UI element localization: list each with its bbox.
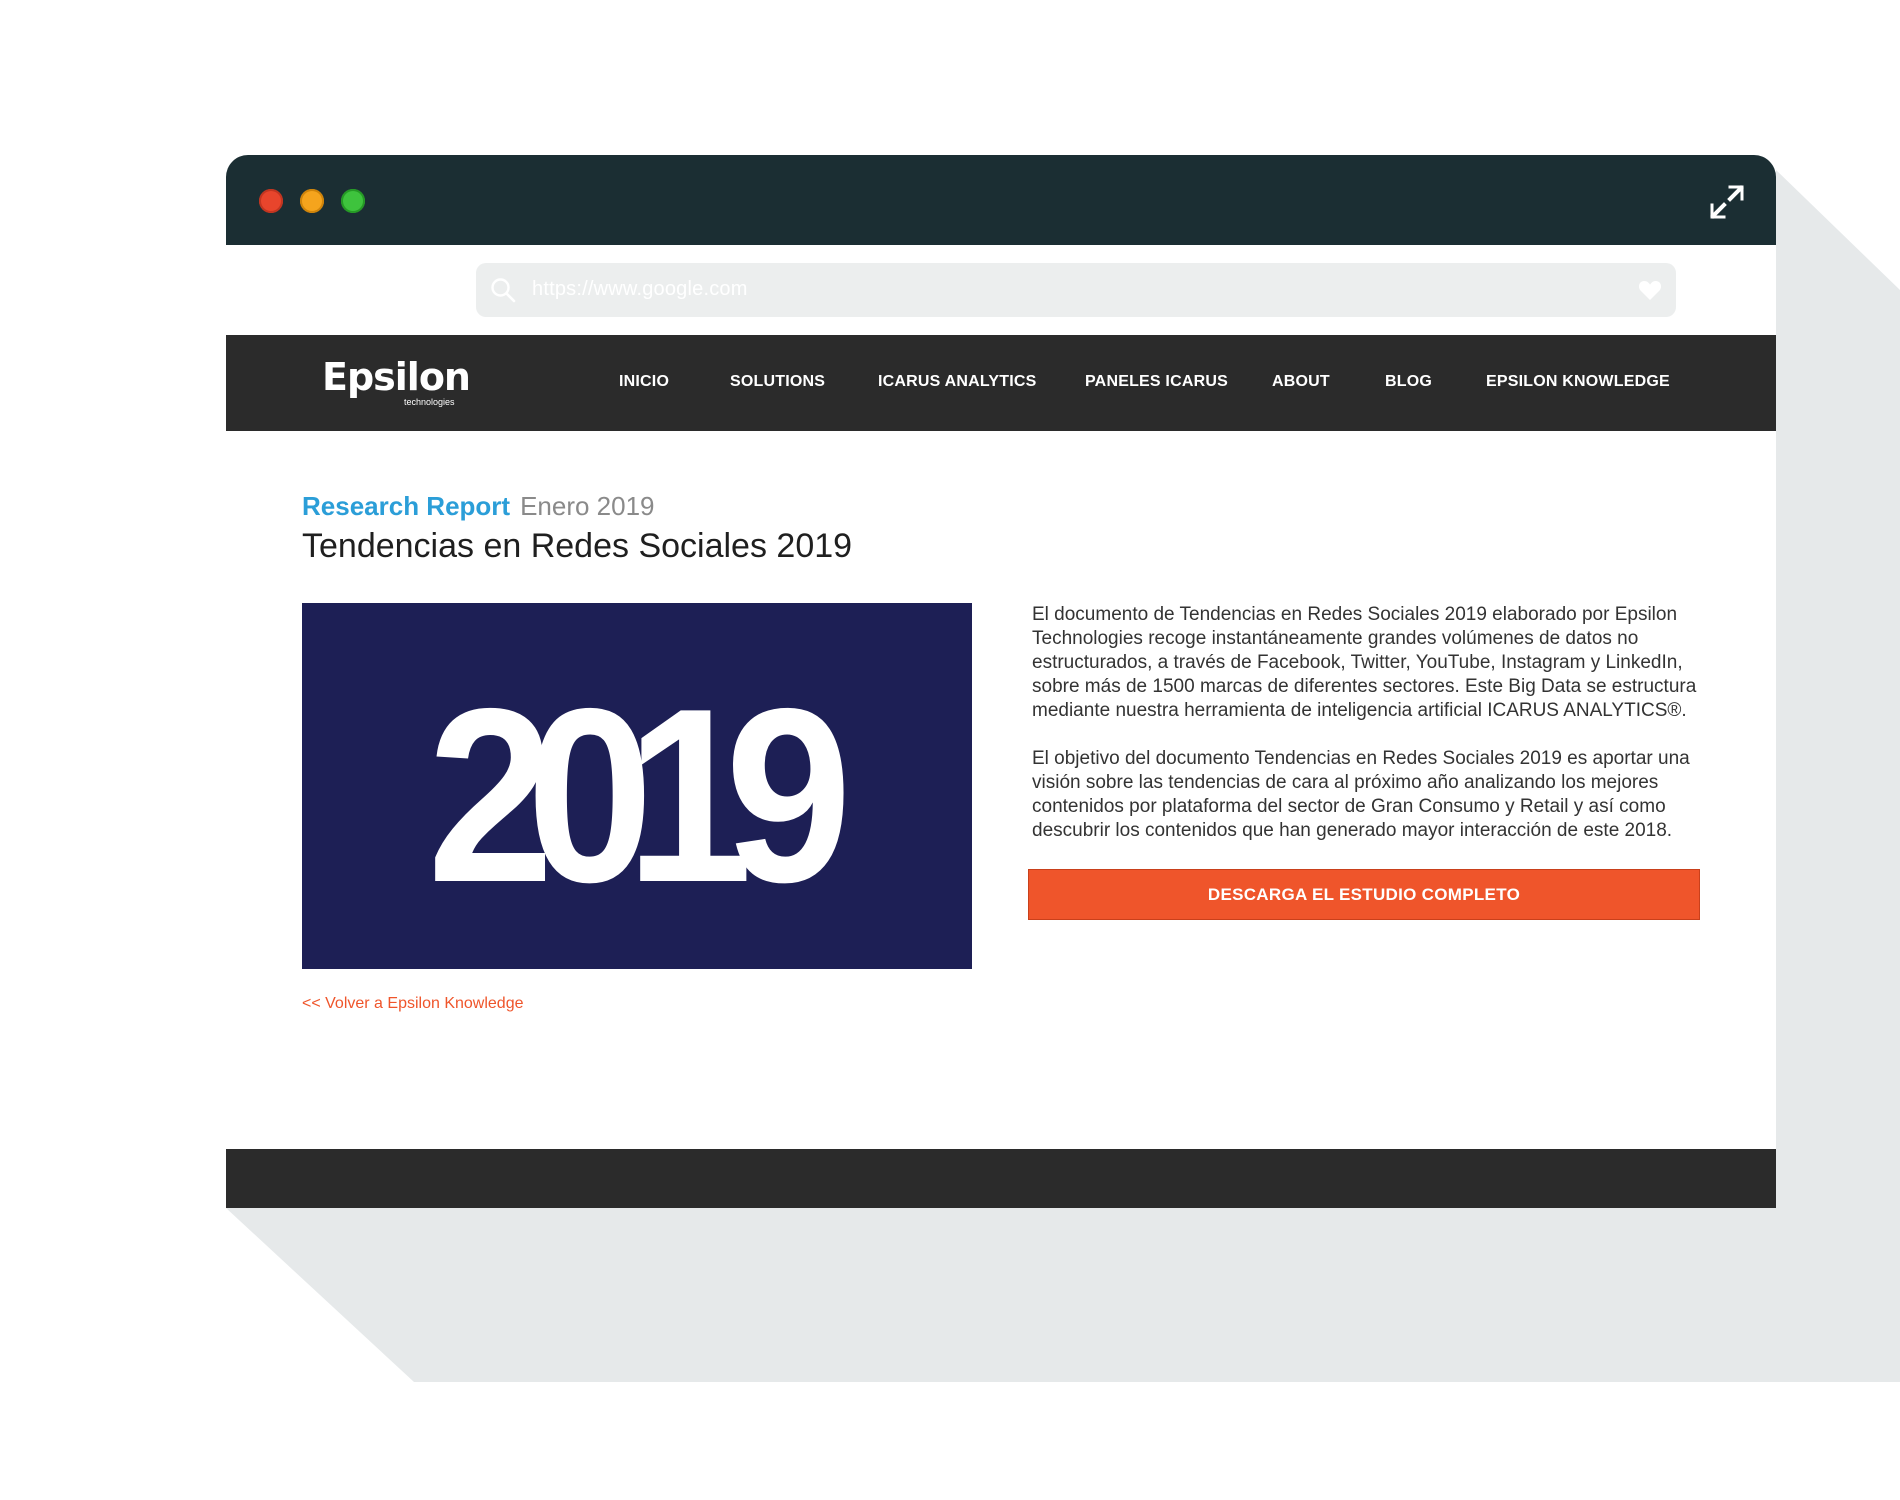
hero-year-text: 2019 [427, 657, 844, 934]
maximize-window-button[interactable] [341, 189, 365, 213]
expand-icon[interactable] [1708, 183, 1746, 221]
article-description: El documento de Tendencias en Redes Soci… [1032, 603, 1712, 867]
nav-item-solutions[interactable]: SOLUTIONS [730, 373, 825, 391]
nav-item-epsilon-knowledge[interactable]: EPSILON KNOWLEDGE [1486, 373, 1670, 391]
description-paragraph: El objetivo del documento Tendencias en … [1032, 748, 1690, 841]
site-footer [226, 1149, 1776, 1208]
hero-2019-graphic: 2019 [427, 657, 871, 934]
nav-item-inicio[interactable]: INICIO [619, 373, 669, 391]
browser-window: https://www.google.com Epsilon technolog… [226, 155, 1776, 1208]
hero-image: 2019 [302, 603, 972, 969]
site-navbar: Epsilon technologies INICIO SOLUTIONS IC… [226, 335, 1776, 431]
article-date: Enero 2019 [520, 491, 655, 521]
nav-item-icarus-analytics[interactable]: ICARUS ANALYTICS [878, 373, 1036, 391]
article-kind: Research Report [302, 491, 511, 521]
logo-tagline: technologies [404, 397, 455, 407]
page-title: Tendencias en Redes Sociales 2019 [302, 527, 853, 565]
description-paragraph: El documento de Tendencias en Redes Soci… [1032, 604, 1697, 721]
heart-icon[interactable] [1638, 279, 1662, 301]
browser-titlebar [226, 155, 1776, 245]
nav-item-blog[interactable]: BLOG [1385, 373, 1432, 391]
article-eyebrow: Research Report Enero 2019 [302, 491, 655, 522]
address-bar-url[interactable]: https://www.google.com [532, 278, 748, 301]
download-study-button[interactable]: DESCARGA EL ESTUDIO COMPLETO [1028, 869, 1700, 920]
back-to-knowledge-link[interactable]: << Volver a Epsilon Knowledge [302, 995, 523, 1013]
nav-item-paneles-icarus[interactable]: PANELES ICARUS [1085, 373, 1228, 391]
close-window-button[interactable] [259, 189, 283, 213]
nav-item-about[interactable]: ABOUT [1272, 373, 1330, 391]
epsilon-logo[interactable]: Epsilon technologies [322, 355, 472, 411]
logo-wordmark: Epsilon [322, 355, 471, 399]
minimize-window-button[interactable] [300, 189, 324, 213]
search-icon [491, 278, 516, 303]
address-bar[interactable]: https://www.google.com [476, 263, 1676, 317]
